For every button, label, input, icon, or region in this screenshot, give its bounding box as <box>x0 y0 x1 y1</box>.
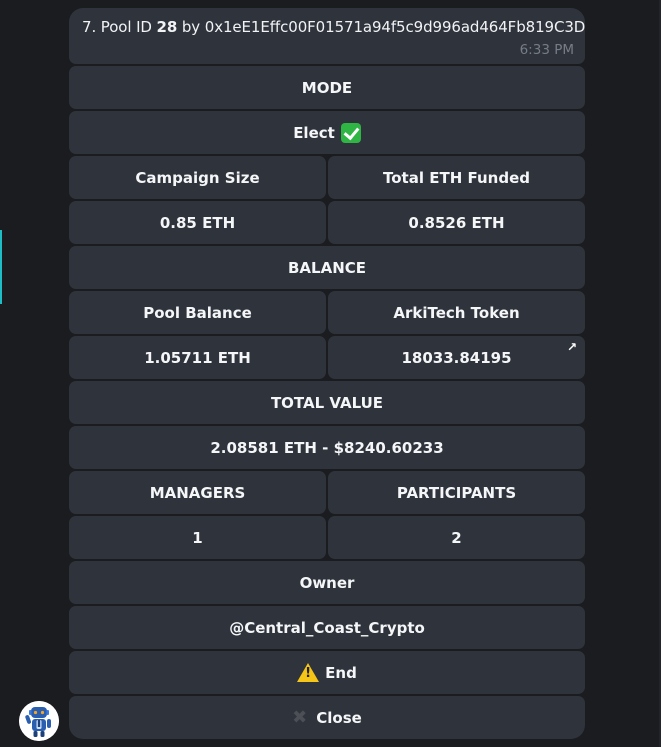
pool-id: 28 <box>156 18 178 36</box>
keyboard-row: 1 2 <box>69 516 585 559</box>
keyboard-row: 0.85 ETH 0.8526 ETH <box>69 201 585 244</box>
token-label-button[interactable]: ArkiTech Token <box>328 291 585 334</box>
pool-balance-value-button[interactable]: 1.05711 ETH <box>69 336 326 379</box>
message-text: 7. Pool ID 28 by 0x1eE1Effc00F01571a94f5… <box>82 17 585 38</box>
button-label: Owner <box>299 573 355 592</box>
mode-label-button[interactable]: MODE <box>69 66 585 109</box>
keyboard-row: BALANCE <box>69 246 585 289</box>
button-label: Total ETH Funded <box>383 168 530 187</box>
keyboard-row: 1.05711 ETH 18033.84195 ↗ <box>69 336 585 379</box>
button-label: Elect <box>293 123 335 142</box>
button-label: MANAGERS <box>149 483 246 502</box>
total-eth-funded-label-button[interactable]: Total ETH Funded <box>328 156 585 199</box>
warning-icon <box>297 663 320 682</box>
message-timestamp: 6:33 PM <box>519 42 574 58</box>
check-mark-button-icon <box>340 122 361 143</box>
keyboard-row: ✖ Close <box>69 696 585 739</box>
participants-label-button[interactable]: PARTICIPANTS <box>328 471 585 514</box>
robot-avatar-icon <box>19 701 59 741</box>
cross-mark-icon: ✖ <box>292 706 308 728</box>
keyboard-row: Elect <box>69 111 585 154</box>
button-label: 2 <box>451 528 462 547</box>
inline-keyboard: MODE Elect Campaign Size Total ETH Funde… <box>69 66 585 739</box>
bot-message: 7. Pool ID 28 by 0x1eE1Effc00F01571a94f5… <box>69 8 585 741</box>
message-by: by <box>177 18 205 36</box>
balance-label-button[interactable]: BALANCE <box>69 246 585 289</box>
keyboard-row: Campaign Size Total ETH Funded <box>69 156 585 199</box>
campaign-size-label-button[interactable]: Campaign Size <box>69 156 326 199</box>
keyboard-row: 2.08581 ETH - $8240.60233 <box>69 426 585 469</box>
keyboard-row: End <box>69 651 585 694</box>
button-label: 18033.84195 <box>401 348 512 367</box>
mode-value-button[interactable]: Elect <box>69 111 585 154</box>
active-chat-indicator <box>0 230 2 304</box>
button-label: 1 <box>192 528 203 547</box>
button-label: @Central_Coast_Crypto <box>229 618 425 637</box>
owner-label-button[interactable]: Owner <box>69 561 585 604</box>
bot-avatar[interactable] <box>19 701 59 741</box>
participants-value-button[interactable]: 2 <box>328 516 585 559</box>
external-link-arrow-icon: ↗ <box>566 340 577 354</box>
button-label: 0.8526 ETH <box>408 213 505 232</box>
button-label: ArkiTech Token <box>393 303 520 322</box>
close-button[interactable]: ✖ Close <box>69 696 585 739</box>
keyboard-row: @Central_Coast_Crypto <box>69 606 585 649</box>
managers-label-button[interactable]: MANAGERS <box>69 471 326 514</box>
button-label: Campaign Size <box>135 168 260 187</box>
button-label: PARTICIPANTS <box>396 483 517 502</box>
total-value-label-button[interactable]: TOTAL VALUE <box>69 381 585 424</box>
creator-address: 0x1eE1Effc00F01571a94f5c9d996ad464Fb819C… <box>204 18 586 36</box>
button-label: 0.85 ETH <box>159 213 236 232</box>
keyboard-row: MANAGERS PARTICIPANTS <box>69 471 585 514</box>
owner-value-button[interactable]: @Central_Coast_Crypto <box>69 606 585 649</box>
button-label: TOTAL VALUE <box>270 393 384 412</box>
button-label: End <box>325 663 357 682</box>
button-label: 2.08581 ETH - $8240.60233 <box>210 438 444 457</box>
total-eth-funded-value-button[interactable]: 0.8526 ETH <box>328 201 585 244</box>
total-value-value-button[interactable]: 2.08581 ETH - $8240.60233 <box>69 426 585 469</box>
token-value-link-button[interactable]: 18033.84195 ↗ <box>328 336 585 379</box>
keyboard-row: TOTAL VALUE <box>69 381 585 424</box>
button-label: BALANCE <box>287 258 367 277</box>
button-label: 1.05711 ETH <box>144 348 251 367</box>
message-bubble: 7. Pool ID 28 by 0x1eE1Effc00F01571a94f5… <box>69 8 585 64</box>
message-prefix: 7. Pool ID <box>82 18 157 36</box>
end-button[interactable]: End <box>69 651 585 694</box>
managers-value-button[interactable]: 1 <box>69 516 326 559</box>
keyboard-row: MODE <box>69 66 585 109</box>
button-label: Pool Balance <box>143 303 252 322</box>
pool-balance-label-button[interactable]: Pool Balance <box>69 291 326 334</box>
button-label: Close <box>316 708 362 727</box>
keyboard-row: Owner <box>69 561 585 604</box>
campaign-size-value-button[interactable]: 0.85 ETH <box>69 201 326 244</box>
button-label: MODE <box>301 78 353 97</box>
keyboard-row: Pool Balance ArkiTech Token <box>69 291 585 334</box>
